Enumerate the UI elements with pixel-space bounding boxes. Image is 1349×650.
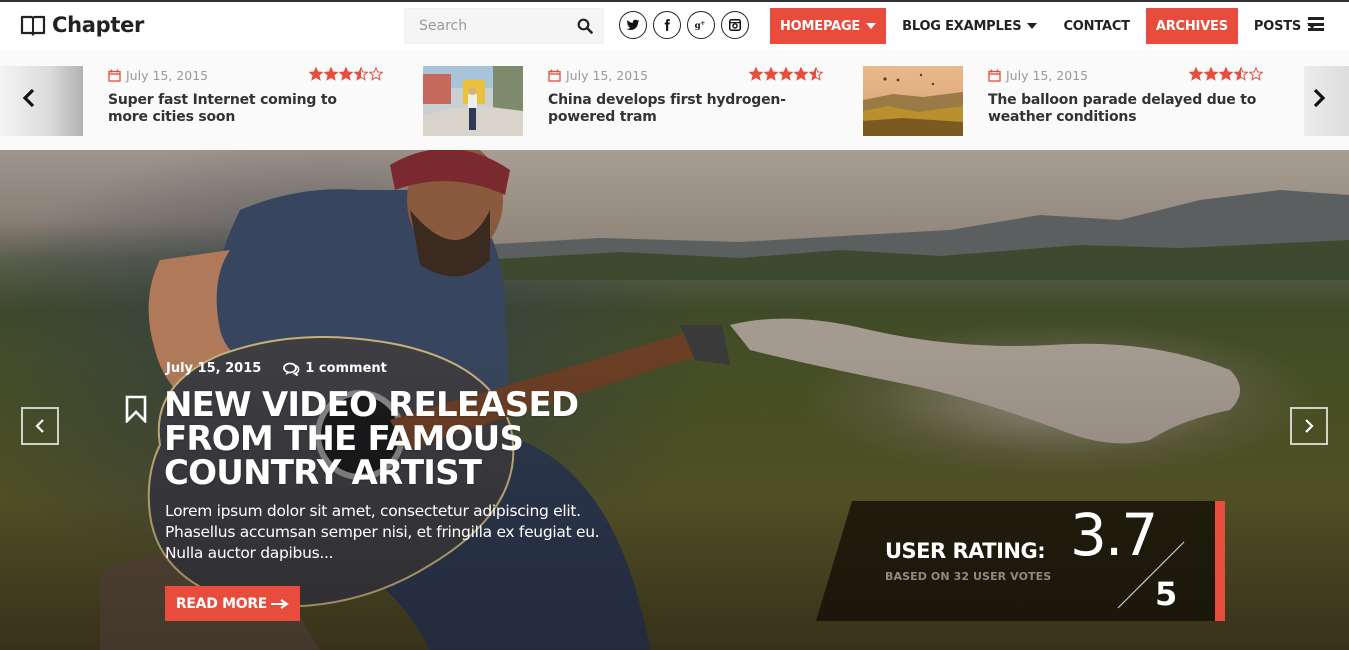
caret-down-icon bbox=[1027, 23, 1038, 29]
ticker-item: July 15, 2015 The balloon parade delayed… bbox=[863, 66, 1283, 136]
star-full-icon bbox=[749, 67, 763, 81]
calendar-icon bbox=[108, 69, 121, 82]
ticker-title[interactable]: China develops first hydrogen-powered tr… bbox=[548, 92, 818, 126]
nav-homepage[interactable]: HOMEPAGE bbox=[770, 8, 887, 44]
rating-label: USER RATING: bbox=[885, 539, 1046, 563]
search-box bbox=[404, 8, 604, 44]
star-half-icon bbox=[354, 67, 368, 81]
site-header: Chapter g+ HOMEPAGE BLOG EXAMPLES CONTAC bbox=[0, 2, 1349, 50]
balloon-landscape-image bbox=[863, 66, 963, 136]
open-book-icon bbox=[20, 15, 46, 36]
star-half-icon bbox=[1234, 67, 1248, 81]
hero-title[interactable]: NEW VIDEO RELEASED FROM THE FAMOUS COUNT… bbox=[164, 388, 604, 490]
star-half-icon bbox=[809, 67, 823, 81]
star-rating bbox=[749, 67, 823, 81]
hero-next-button[interactable] bbox=[1290, 407, 1328, 445]
ticker-title[interactable]: The balloon parade delayed due to weathe… bbox=[988, 92, 1258, 126]
hero-excerpt: Lorem ipsum dolor sit amet, consectetur … bbox=[165, 502, 600, 562]
star-full-icon bbox=[1219, 67, 1233, 81]
bookmark-icon[interactable] bbox=[124, 395, 148, 423]
nav-contact[interactable]: CONTACT bbox=[1053, 8, 1139, 44]
caret-down-icon bbox=[866, 23, 877, 29]
chevron-right-icon bbox=[1305, 419, 1314, 433]
arrow-right-icon bbox=[271, 598, 289, 609]
star-rating bbox=[309, 67, 383, 81]
ticker-prev-button[interactable] bbox=[22, 88, 42, 112]
ticker-date: July 15, 2015 bbox=[548, 68, 648, 83]
ticker-item: July 15, 2015 Super fast Internet coming… bbox=[108, 66, 398, 136]
facebook-icon[interactable] bbox=[653, 11, 681, 39]
rating-votes: BASED ON 32 USER VOTES bbox=[885, 570, 1052, 583]
google-plus-icon[interactable]: g + bbox=[687, 11, 715, 39]
star-rating bbox=[1189, 67, 1263, 81]
search-input[interactable] bbox=[405, 9, 565, 43]
star-full-icon bbox=[339, 67, 353, 81]
hero-date: July 15, 2015 bbox=[166, 361, 262, 376]
twitter-icon[interactable] bbox=[619, 11, 647, 39]
star-empty-icon bbox=[369, 67, 383, 81]
svg-text:g: g bbox=[695, 21, 701, 31]
chevron-left-icon bbox=[35, 419, 44, 433]
star-full-icon bbox=[1189, 67, 1203, 81]
site-logo[interactable]: Chapter bbox=[20, 13, 144, 37]
star-full-icon bbox=[779, 67, 793, 81]
star-full-icon bbox=[324, 67, 338, 81]
tram-street-image bbox=[423, 66, 523, 136]
news-ticker: July 15, 2015 Super fast Internet coming… bbox=[0, 50, 1349, 150]
hero-prev-button[interactable] bbox=[21, 407, 59, 445]
ticker-item: July 15, 2015 China develops first hydro… bbox=[423, 66, 843, 136]
nav-blog-examples[interactable]: BLOG EXAMPLES bbox=[892, 8, 1047, 44]
instagram-icon[interactable] bbox=[721, 11, 749, 39]
main-nav: HOMEPAGE BLOG EXAMPLES CONTACT ARCHIVES … bbox=[770, 8, 1333, 44]
comments-icon bbox=[283, 362, 300, 376]
star-full-icon bbox=[1204, 67, 1218, 81]
star-empty-icon bbox=[1249, 67, 1263, 81]
logo-text: Chapter bbox=[52, 13, 145, 37]
calendar-icon bbox=[988, 69, 1001, 82]
read-more-button[interactable]: READ MORE bbox=[165, 586, 300, 621]
ticker-date: July 15, 2015 bbox=[108, 68, 208, 83]
social-links: g + bbox=[619, 11, 749, 39]
search-icon[interactable] bbox=[577, 18, 593, 34]
ticker-next-button[interactable] bbox=[1312, 88, 1332, 112]
rating-accent-bar bbox=[1215, 501, 1225, 621]
ticker-title[interactable]: Super fast Internet coming to more citie… bbox=[108, 92, 378, 126]
star-full-icon bbox=[309, 67, 323, 81]
svg-text:+: + bbox=[700, 21, 705, 27]
hero-comments-link[interactable]: 1 comment bbox=[283, 361, 387, 376]
hero-slider: July 15, 2015 1 comment NEW VIDEO RELEAS… bbox=[0, 150, 1349, 650]
nav-archives[interactable]: ARCHIVES bbox=[1145, 8, 1238, 44]
rating-max: 5 bbox=[1155, 575, 1178, 613]
calendar-icon bbox=[548, 69, 561, 82]
star-full-icon bbox=[764, 67, 778, 81]
star-full-icon bbox=[794, 67, 808, 81]
ticker-thumbnail[interactable] bbox=[863, 66, 963, 136]
ticker-thumbnail[interactable] bbox=[423, 66, 523, 136]
ticker-date: July 15, 2015 bbox=[988, 68, 1088, 83]
chevron-left-icon bbox=[22, 88, 35, 108]
chevron-right-icon bbox=[1313, 88, 1326, 108]
hamburger-menu-icon[interactable] bbox=[1308, 17, 1324, 31]
hero-meta: July 15, 2015 1 comment bbox=[166, 361, 387, 376]
